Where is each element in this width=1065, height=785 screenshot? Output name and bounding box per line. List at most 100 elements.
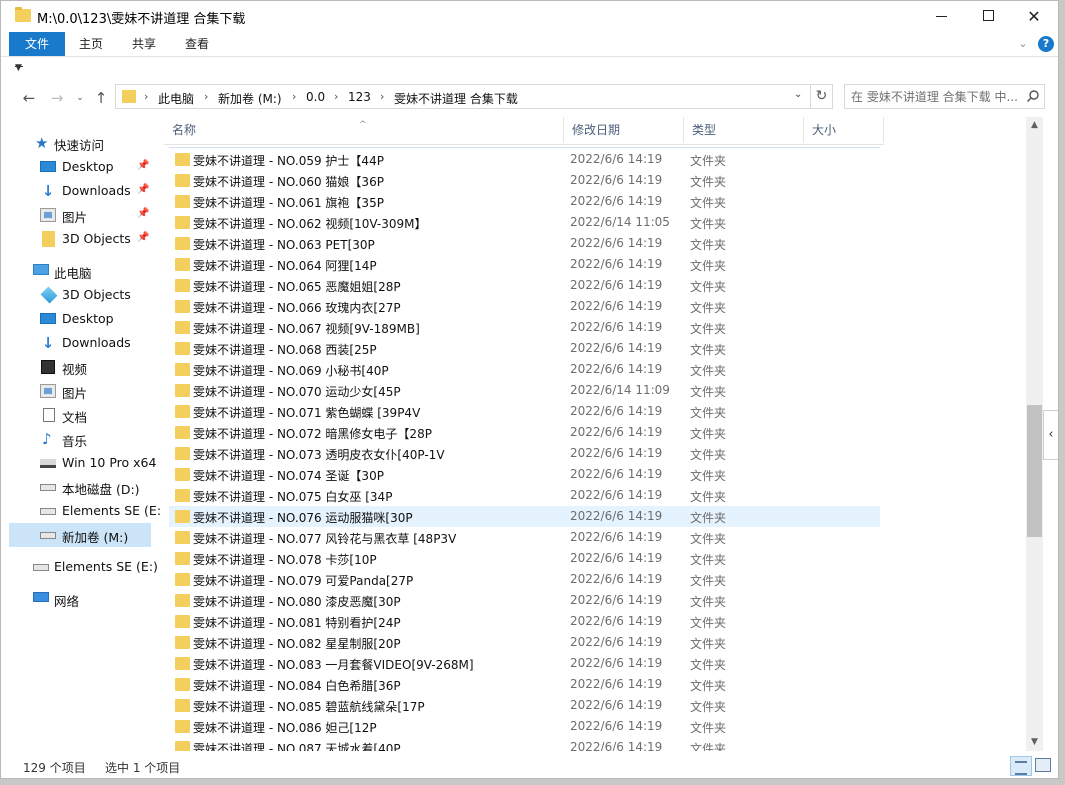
nav-3d-objects[interactable]: 3D Objects	[9, 283, 151, 307]
pin-icon[interactable]: 📌	[137, 160, 149, 171]
file-row[interactable]: 雯妹不讲道理 - NO.068 西装[25P 2022/6/6 14:19 文件夹	[169, 338, 880, 359]
file-row[interactable]: 雯妹不讲道理 - NO.069 小秘书[40P 2022/6/6 14:19 文件夹	[169, 359, 880, 380]
pin-icon[interactable]: 📌	[137, 184, 149, 195]
chevron-down-icon[interactable]: ⌄	[1015, 36, 1031, 52]
explorer-window: M:\0.0\123\雯妹不讲道理 合集下载 ✕ 文件 主页 共享 查看 ⌄ ?…	[0, 0, 1059, 779]
customize-toolbar-icon[interactable]: ▼	[15, 63, 23, 73]
file-row[interactable]: 雯妹不讲道理 - NO.084 白色希腊[36P 2022/6/6 14:19 文件…	[169, 674, 880, 695]
up-button[interactable]: ↑	[91, 89, 111, 107]
file-row[interactable]: 雯妹不讲道理 - NO.073 透明皮衣女仆[40P-1V 2022/6/6 14…	[169, 443, 880, 464]
tab-view[interactable]: 查看	[173, 32, 221, 56]
breadcrumb-drive-m[interactable]: 新加卷 (M:)	[218, 90, 282, 107]
file-date: 2022/6/6 14:19	[570, 698, 663, 712]
file-row[interactable]: 雯妹不讲道理 - NO.081 特别看护[24P 2022/6/6 14:19 文件…	[169, 611, 880, 632]
nav-desktop[interactable]: Desktop	[9, 307, 151, 331]
breadcrumb-this-pc[interactable]: 此电脑	[158, 90, 194, 107]
file-row[interactable]: 雯妹不讲道理 - NO.060 猫娘【36P 2022/6/6 14:19 文件夹	[169, 170, 880, 191]
file-row[interactable]: 雯妹不讲道理 - NO.071 紫色蝴蝶 [39P4V 2022/6/6 14:1…	[169, 401, 880, 422]
file-row[interactable]: 雯妹不讲道理 - NO.078 卡莎[10P 2022/6/6 14:19 文件夹	[169, 548, 880, 569]
search-box[interactable]	[844, 84, 1045, 109]
nav-win10-drive[interactable]: Win 10 Pro x64	[9, 451, 156, 475]
file-row[interactable]: 雯妹不讲道理 - NO.076 运动服猫咪[30P 2022/6/6 14:19 文…	[169, 506, 880, 527]
file-row[interactable]: 雯妹不讲道理 - NO.059 护士【44P 2022/6/6 14:19 文件夹	[169, 149, 880, 170]
file-date: 2022/6/6 14:19	[570, 572, 663, 586]
breadcrumb-folder-123[interactable]: 123	[348, 90, 371, 104]
nav-quick-pictures[interactable]: 图片 📌	[9, 203, 151, 227]
file-row[interactable]: 雯妹不讲道理 - NO.062 视频[10V-309M】 2022/6/14 11…	[169, 212, 880, 233]
help-icon[interactable]: ?	[1038, 36, 1054, 52]
tab-share[interactable]: 共享	[121, 32, 167, 56]
file-row[interactable]: 雯妹不讲道理 - NO.064 阿狸[14P 2022/6/6 14:19 文件夹	[169, 254, 880, 275]
large-icons-view-button[interactable]	[1035, 758, 1051, 772]
scroll-up-button[interactable]: ▲	[1026, 117, 1043, 134]
recent-locations-button[interactable]: ⌄	[73, 89, 87, 107]
breadcrumb-folder-0-0[interactable]: 0.0	[306, 90, 325, 104]
nav-documents[interactable]: 文档	[9, 403, 151, 427]
file-row[interactable]: 雯妹不讲道理 - NO.085 碧蓝航线黛朵[17P 2022/6/6 14:19…	[169, 695, 880, 716]
breadcrumb-current-folder[interactable]: 雯妹不讲道理 合集下载	[394, 90, 518, 107]
nav-drive-m[interactable]: 新加卷 (M:)	[9, 523, 151, 547]
close-button[interactable]: ✕	[1011, 1, 1057, 32]
address-bar[interactable]: › 此电脑 › 新加卷 (M:) › 0.0 › 123 › 雯妹不讲道理 合集…	[115, 84, 811, 109]
file-row[interactable]: 雯妹不讲道理 - NO.067 视频[9V-189MB] 2022/6/6 14:…	[169, 317, 880, 338]
file-row[interactable]: 雯妹不讲道理 - NO.086 妲己[12P 2022/6/6 14:19 文件夹	[169, 716, 880, 737]
details-view-button[interactable]	[1010, 756, 1032, 776]
nav-drive-d[interactable]: 本地磁盘 (D:)	[9, 475, 151, 499]
folder-icon	[175, 573, 190, 586]
nav-music[interactable]: ♪ 音乐	[9, 427, 151, 451]
file-row[interactable]: 雯妹不讲道理 - NO.065 恶魔姐姐[28P 2022/6/6 14:19 文件…	[169, 275, 880, 296]
tab-home[interactable]: 主页	[67, 32, 115, 56]
file-type: 文件夹	[690, 658, 727, 672]
file-row[interactable]: 雯妹不讲道理 - NO.077 风铃花与黑衣草 [48P3V 2022/6/6 1…	[169, 527, 880, 548]
address-history-icon[interactable]: ⌄	[794, 89, 802, 100]
file-row[interactable]: 雯妹不讲道理 - NO.075 白女巫 [34P 2022/6/6 14:19 文件…	[169, 485, 880, 506]
column-type[interactable]: 类型	[684, 117, 804, 143]
nav-pictures[interactable]: 图片	[9, 379, 151, 403]
partial-row	[169, 145, 880, 148]
nav-network[interactable]: 网络	[9, 587, 151, 611]
file-row[interactable]: 雯妹不讲道理 - NO.083 一月套餐VIDEO[9V-268M] 2022/6…	[169, 653, 880, 674]
file-row[interactable]: 雯妹不讲道理 - NO.082 星星制服[20P 2022/6/6 14:19 文件…	[169, 632, 880, 653]
column-size[interactable]: 大小	[804, 117, 884, 143]
vertical-scrollbar[interactable]: ▲ ▼	[1026, 117, 1043, 751]
column-date[interactable]: 修改日期	[564, 117, 684, 143]
file-row[interactable]: 雯妹不讲道理 - NO.074 圣诞【30P 2022/6/6 14:19 文件夹	[169, 464, 880, 485]
nav-drive-e[interactable]: Elements SE (E:	[9, 499, 161, 523]
file-row[interactable]: 雯妹不讲道理 - NO.066 玫瑰内衣[27P 2022/6/6 14:19 文件…	[169, 296, 880, 317]
file-row[interactable]: 雯妹不讲道理 - NO.079 可爱Panda[27P 2022/6/6 14:1…	[169, 569, 880, 590]
pin-icon[interactable]: 📌	[137, 208, 149, 219]
refresh-button[interactable]: ↻	[811, 84, 833, 109]
nav-quick-3d-objects[interactable]: 3D Objects 📌	[9, 227, 151, 251]
search-input[interactable]	[851, 88, 1023, 105]
file-name: 雯妹不讲道理 - NO.063 PET[30P	[193, 238, 375, 252]
column-name[interactable]: ^ 名称	[164, 117, 564, 143]
nav-quick-downloads[interactable]: ↓ Downloads 📌	[9, 179, 151, 203]
file-row[interactable]: 雯妹不讲道理 - NO.061 旗袍【35P 2022/6/6 14:19 文件夹	[169, 191, 880, 212]
title-bar[interactable]: M:\0.0\123\雯妹不讲道理 合集下载 ✕	[1, 1, 1058, 32]
nav-this-pc[interactable]: 此电脑	[9, 259, 151, 283]
file-row[interactable]: 雯妹不讲道理 - NO.080 漆皮恶魔[30P 2022/6/6 14:19 文件…	[169, 590, 880, 611]
file-row[interactable]: 雯妹不讲道理 - NO.070 运动少女[45P 2022/6/14 11:09 文…	[169, 380, 880, 401]
file-row[interactable]: 雯妹不讲道理 - NO.063 PET[30P 2022/6/6 14:19 文件夹	[169, 233, 880, 254]
nav-downloads[interactable]: ↓ Downloads	[9, 331, 151, 355]
nav-quick-desktop[interactable]: Desktop 📌	[9, 155, 151, 179]
minimize-button[interactable]	[919, 1, 965, 32]
file-type: 文件夹	[690, 217, 727, 231]
folder-icon	[175, 237, 190, 250]
file-row[interactable]: 雯妹不讲道理 - NO.087 天城水着[40P 2022/6/6 14:19 文件…	[169, 737, 880, 751]
file-row[interactable]: 雯妹不讲道理 - NO.072 暗黑修女电子【28P 2022/6/6 14:19…	[169, 422, 880, 443]
network-icon	[33, 592, 49, 602]
music-icon: ♪	[42, 430, 52, 448]
maximize-button[interactable]	[965, 1, 1011, 32]
folder-icon	[175, 699, 190, 712]
pane-toggle-button[interactable]: ‹	[1043, 410, 1058, 460]
scrollbar-thumb[interactable]	[1027, 405, 1042, 537]
forward-button[interactable]: →	[47, 89, 67, 107]
pin-icon[interactable]: 📌	[137, 232, 149, 243]
scroll-down-button[interactable]: ▼	[1026, 734, 1043, 751]
nav-quick-access[interactable]: ★ 快速访问	[9, 131, 151, 155]
nav-videos[interactable]: 视频	[9, 355, 151, 379]
nav-external-drive-e[interactable]: Elements SE (E:)	[9, 555, 158, 579]
back-button[interactable]: ←	[19, 89, 39, 107]
tab-file[interactable]: 文件	[9, 32, 65, 56]
